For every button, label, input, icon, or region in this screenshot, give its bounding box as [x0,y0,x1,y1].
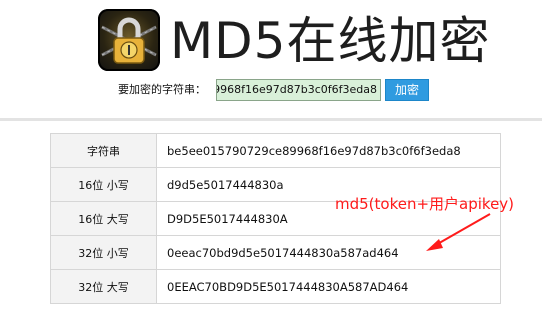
row-label: 16位 小写 [50,167,157,202]
page-title: MD5在线加密 [170,12,491,70]
annotation-arrow-icon [426,213,491,251]
row-label: 字符串 [50,133,157,168]
row-value: be5ee015790729ce89968f16e97d87b3c0f6f3ed… [156,133,501,168]
row-label: 16位 大写 [50,201,157,236]
encrypt-button[interactable]: 加密 [385,79,429,101]
row-value: 0EEAC70BD9D5E5017444830A587AD464 [156,269,501,304]
table-row: 字符串 be5ee015790729ce89968f16e97d87b3c0f6… [50,133,501,168]
row-label: 32位 大写 [50,269,157,304]
row-label: 32位 小写 [50,235,157,270]
input-label: 要加密的字符串： [118,83,206,96]
string-input-value: be5ee015790729ce89968f16e97d87b3c0f6f3ed… [217,83,377,96]
padlock-logo-icon [98,9,160,71]
string-input[interactable]: be5ee015790729ce89968f16e97d87b3c0f6f3ed… [216,79,381,101]
table-row: 32位 大写 0EEAC70BD9D5E5017444830A587AD464 [50,269,501,304]
divider [0,118,542,121]
